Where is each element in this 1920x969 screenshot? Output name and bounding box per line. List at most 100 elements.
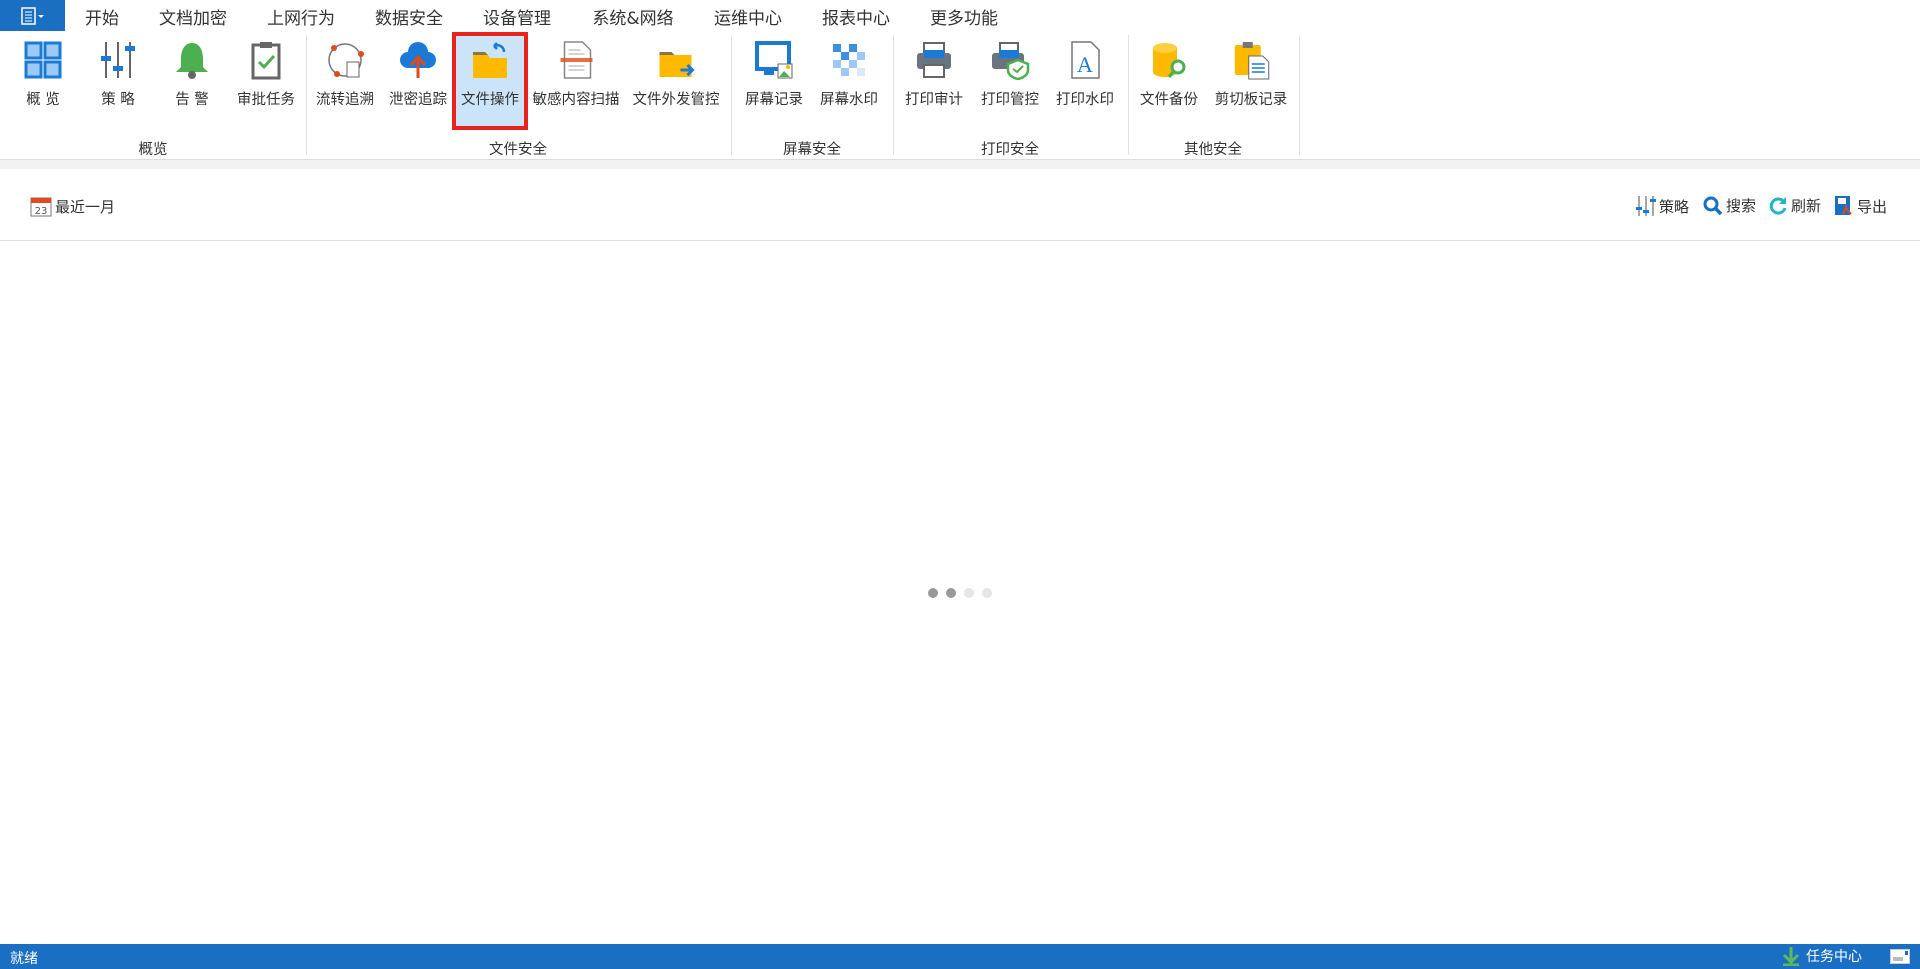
export-icon xyxy=(1835,196,1852,215)
button-label: 流转追溯 xyxy=(316,92,374,108)
ribbon: 概 览 策 略 告 警 审批任务 流转追溯 泄密追踪 文件操作 敏感内容扫描 文… xyxy=(0,31,1920,159)
date-range-selector[interactable]: 23 最近一月 xyxy=(30,195,115,217)
cloud-upload-icon xyxy=(400,42,436,78)
export-label: 导出 xyxy=(1857,197,1888,216)
button-label: 屏幕记录 xyxy=(745,92,803,108)
overview-button[interactable]: 概 览 xyxy=(19,34,67,128)
tab-ops-center[interactable]: 运维中心 xyxy=(714,4,782,31)
button-label: 文件备份 xyxy=(1140,92,1198,108)
button-label: 打印水印 xyxy=(1056,92,1114,108)
folder-return-icon xyxy=(473,42,507,78)
sliders-icon xyxy=(101,42,135,78)
tab-report-center[interactable]: 报表中心 xyxy=(822,4,890,31)
clipboard-record-button[interactable]: 剪切板记录 xyxy=(1211,34,1292,128)
alert-button[interactable]: 告 警 xyxy=(168,34,216,128)
status-text: 就绪 xyxy=(10,951,38,967)
group-divider xyxy=(1128,35,1129,155)
button-label: 打印管控 xyxy=(981,92,1039,108)
clipboard-document-icon xyxy=(1235,42,1270,80)
file-operation-button[interactable]: 文件操作 xyxy=(452,32,528,130)
svg-text:A: A xyxy=(1077,52,1093,77)
tab-system-network[interactable]: 系统&网络 xyxy=(592,4,673,31)
mosaic-icon xyxy=(833,44,865,76)
printer-shield-icon xyxy=(992,42,1030,80)
button-label: 告 警 xyxy=(175,92,209,108)
search-icon xyxy=(1703,196,1723,215)
file-backup-button[interactable]: 文件备份 xyxy=(1136,34,1202,128)
group-divider xyxy=(731,35,732,155)
download-arrow-icon xyxy=(1782,947,1800,966)
filter-toolbar: 23 最近一月 策略 搜索 刷新 导出 xyxy=(0,169,1920,241)
export-button[interactable]: 导出 xyxy=(1834,195,1887,217)
tab-device-management[interactable]: 设备管理 xyxy=(483,4,551,31)
clipboard-check-icon xyxy=(251,42,281,80)
print-control-button[interactable]: 打印管控 xyxy=(977,34,1043,128)
sensitive-scan-button[interactable]: 敏感内容扫描 xyxy=(529,34,624,128)
ribbon-divider-strip xyxy=(0,159,1920,169)
grid-overview-icon xyxy=(24,41,62,79)
monitor-image-icon xyxy=(755,41,793,79)
refresh-button[interactable]: 刷新 xyxy=(1768,195,1821,216)
button-label: 屏幕水印 xyxy=(820,92,878,108)
file-outgoing-control-button[interactable]: 文件外发管控 xyxy=(629,34,724,128)
refresh-icon xyxy=(1769,196,1787,215)
flow-trace-button[interactable]: 流转追溯 xyxy=(312,34,378,128)
loading-dot xyxy=(982,588,992,598)
approval-task-button[interactable]: 审批任务 xyxy=(233,34,299,128)
loading-dot xyxy=(946,588,956,598)
bell-icon xyxy=(176,43,208,79)
group-label-screen-security: 屏幕安全 xyxy=(783,142,841,158)
print-watermark-button[interactable]: A 打印水印 xyxy=(1052,34,1118,128)
calendar-icon: 23 xyxy=(30,197,52,217)
button-label: 审批任务 xyxy=(237,92,295,108)
button-label: 文件外发管控 xyxy=(632,92,720,108)
status-bar: 就绪 任务中心 xyxy=(0,944,1920,969)
search-button[interactable]: 搜索 xyxy=(1703,195,1756,216)
search-label: 搜索 xyxy=(1726,197,1757,215)
group-label-other-security: 其他安全 xyxy=(1184,142,1242,158)
button-label: 剪切板记录 xyxy=(1214,92,1288,108)
print-audit-button[interactable]: 打印审计 xyxy=(901,34,967,128)
button-label: 泄密追踪 xyxy=(389,92,447,108)
app-menu-icon xyxy=(20,6,44,25)
group-label-overview: 概览 xyxy=(138,142,168,158)
message-icon[interactable] xyxy=(1890,949,1910,964)
policy-label: 策略 xyxy=(1659,197,1690,216)
document-letter-icon: A xyxy=(1071,41,1100,79)
flow-trace-icon xyxy=(328,43,364,78)
group-divider xyxy=(893,35,894,155)
refresh-label: 刷新 xyxy=(1791,197,1822,215)
policy-tool-button[interactable]: 策略 xyxy=(1636,195,1689,217)
tab-data-security[interactable]: 数据安全 xyxy=(375,4,443,34)
task-center-button[interactable]: 任务中心 xyxy=(1782,946,1862,966)
sliders-icon xyxy=(1636,196,1656,216)
group-divider xyxy=(306,35,307,155)
button-label: 敏感内容扫描 xyxy=(532,92,620,108)
button-label: 策 略 xyxy=(101,92,135,108)
group-divider xyxy=(1299,35,1300,155)
date-range-label: 最近一月 xyxy=(55,197,116,216)
tab-doc-encryption[interactable]: 文档加密 xyxy=(159,4,227,31)
folder-send-icon xyxy=(659,52,695,77)
group-label-print-security: 打印安全 xyxy=(981,142,1039,158)
loading-indicator xyxy=(928,588,992,598)
screen-record-button[interactable]: 屏幕记录 xyxy=(741,34,807,128)
button-label: 文件操作 xyxy=(461,92,519,108)
group-label-file-security: 文件安全 xyxy=(489,142,547,158)
loading-dot xyxy=(928,588,938,598)
loading-dot xyxy=(964,588,974,598)
tab-start[interactable]: 开始 xyxy=(85,4,119,31)
printer-icon xyxy=(917,42,951,78)
document-scan-icon xyxy=(560,41,592,79)
tab-web-behavior[interactable]: 上网行为 xyxy=(267,4,335,31)
task-center-label: 任务中心 xyxy=(1806,949,1862,965)
screen-watermark-button[interactable]: 屏幕水印 xyxy=(816,34,882,128)
button-label: 打印审计 xyxy=(905,92,963,108)
app-menu-button[interactable] xyxy=(0,0,65,31)
menu-tab-bar: 开始 文档加密 上网行为 数据安全 设备管理 系统&网络 运维中心 报表中心 更… xyxy=(0,0,1920,34)
button-label: 概 览 xyxy=(26,92,60,108)
tab-more-features[interactable]: 更多功能 xyxy=(930,4,998,31)
policy-button[interactable]: 策 略 xyxy=(94,34,142,128)
database-search-icon xyxy=(1153,43,1186,78)
leak-trace-button[interactable]: 泄密追踪 xyxy=(385,34,451,128)
